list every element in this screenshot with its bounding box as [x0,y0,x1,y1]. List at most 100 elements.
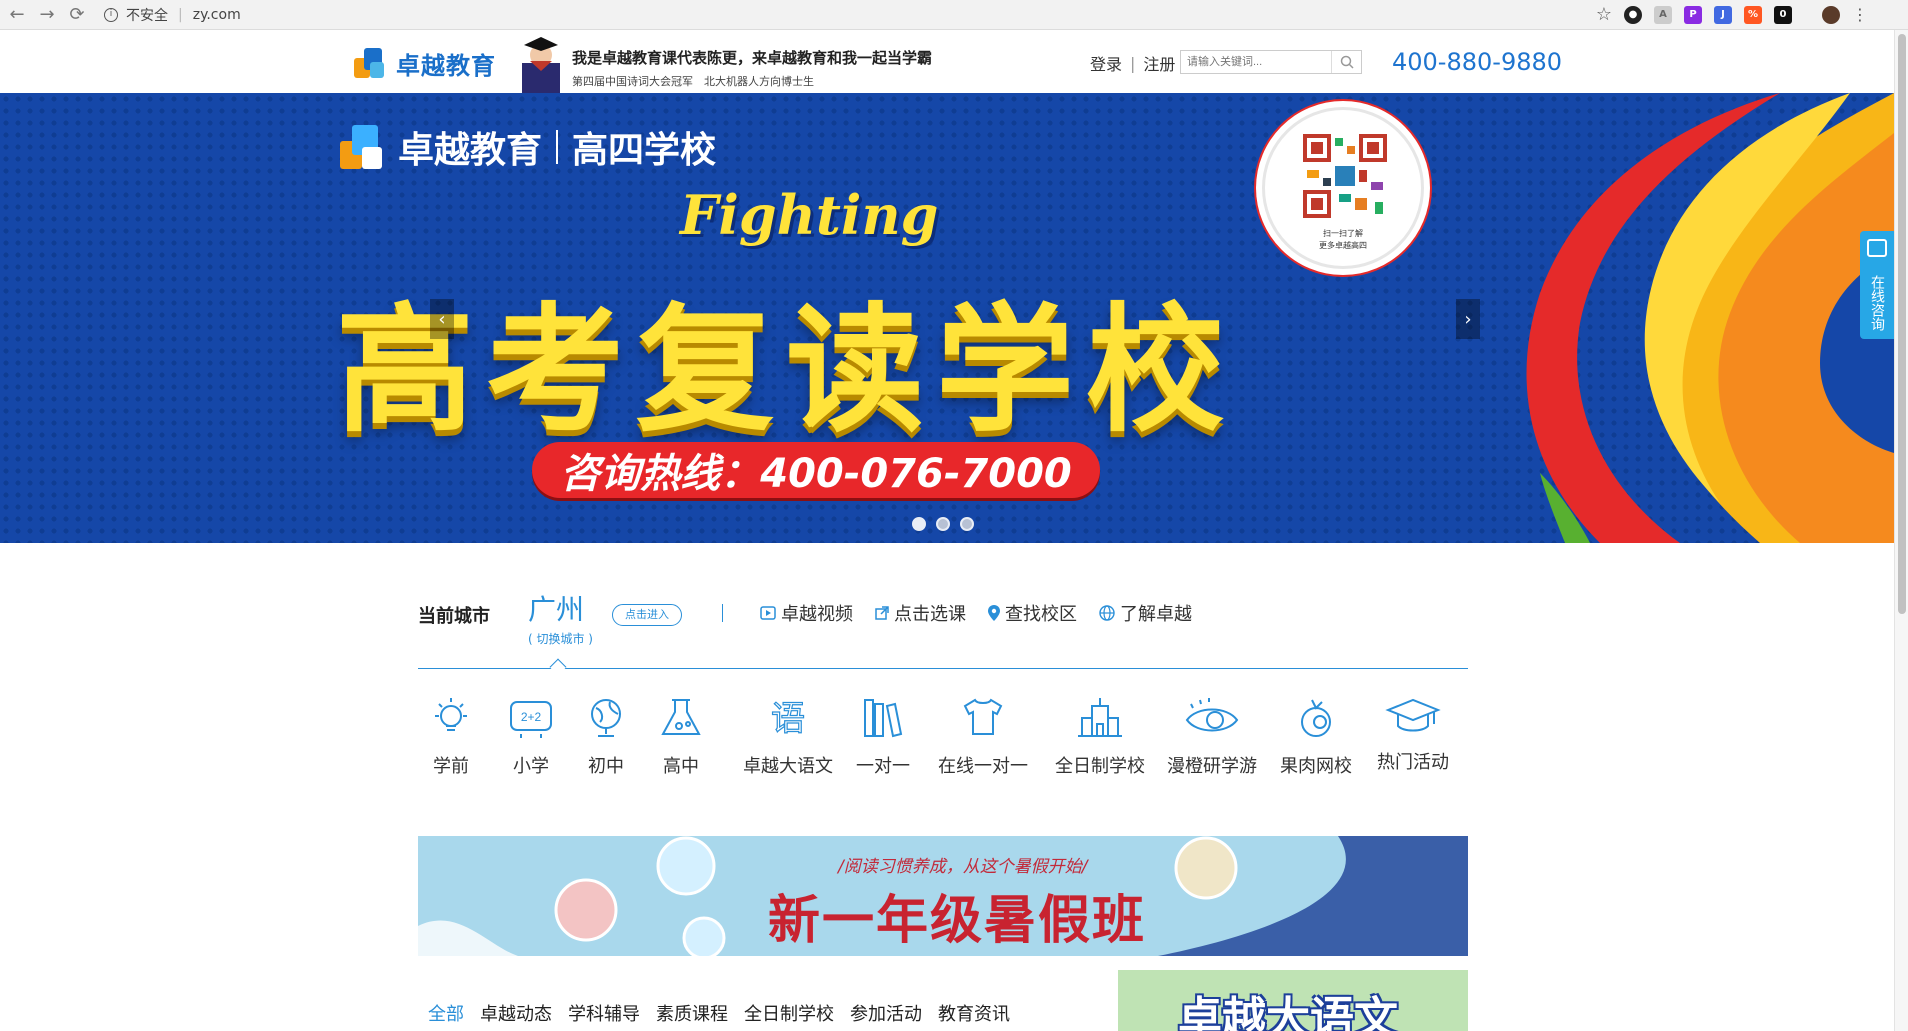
flask-icon [661,699,701,735]
video-play-icon [760,606,776,620]
category-chinese[interactable]: 语 卓越大语文 [738,694,838,778]
profile-avatar[interactable] [1822,5,1840,24]
carousel-dot[interactable] [912,517,926,531]
quick-link-about[interactable]: 了解卓越 [1099,600,1192,626]
news-tab-fulltime[interactable]: 全日制学校 [744,1000,834,1026]
location-pin-icon [988,605,1000,621]
chinese-course-promo[interactable]: 卓越大语文 [1118,970,1468,1031]
carousel-dot[interactable] [960,517,974,531]
category-label: 初中 [588,756,624,777]
ext-01-icon[interactable]: 0 [1774,5,1792,24]
reload-icon[interactable]: ⟳ [64,2,90,28]
shirt-icon [963,698,1003,735]
category-senior[interactable]: 高中 [656,694,706,778]
blackboard-icon: 2+2 [510,701,552,738]
scrollbar-thumb[interactable] [1898,34,1906,614]
svg-text:语: 语 [771,699,805,739]
external-link-icon [875,606,889,620]
city-caret-icon [549,658,567,676]
address-separator: | [178,6,183,23]
banner-logo: 卓越教育 高四学校 [340,121,716,173]
graduation-cap-icon [1385,698,1441,732]
search-button[interactable] [1331,51,1361,73]
carousel-prev-button[interactable]: ‹ [430,299,454,339]
news-tab-edu-news[interactable]: 教育资讯 [938,1000,1010,1026]
page-scrollbar[interactable] [1894,30,1908,1031]
city-selector-row: 当前城市 广州 ( 切换城市 ) 点击进入 卓越视频 点击选课 查找校区 了解卓… [418,584,1468,676]
city-underline [418,668,1468,669]
quick-link-video[interactable]: 卓越视频 [760,600,853,626]
forward-arrow-icon[interactable]: → [34,2,60,28]
search-input[interactable] [1181,51,1331,73]
hero-banner[interactable]: 卓越教育 高四学校 Fighting 高考复读学校 咨询热线：400-076-7… [0,93,1894,543]
quick-link-about-label: 了解卓越 [1120,604,1192,625]
banner-school: 高四学校 [572,130,717,171]
star-bookmark-icon[interactable]: ☆ [1596,4,1612,25]
qr-caption-2: 更多卓越高四 [1319,241,1367,250]
url-text[interactable]: zy.com [193,7,241,23]
menu-dots-icon[interactable]: ⋮ [1852,5,1868,24]
header-slogan: 我是卓越教育课代表陈更，来卓越教育和我一起当学霸 第四届中国诗词大会冠军 北大机… [572,47,932,89]
quick-link-course-label: 点击选课 [894,604,966,625]
category-online-school[interactable]: 果肉网校 [1266,694,1366,778]
news-tab-updates[interactable]: 卓越动态 [480,1000,552,1026]
qr-code-badge: 扫一扫了解 更多卓越高四 [1262,107,1424,269]
globe-link-icon [1099,605,1115,621]
github-extension-icon[interactable]: ● [1624,5,1642,24]
bulb-icon [435,698,467,731]
site-logo[interactable]: 卓越教育 [354,44,496,82]
category-primary[interactable]: 2+2 小学 [506,694,556,778]
carousel-next-button[interactable]: › [1456,299,1480,339]
eye-icon [1185,698,1239,732]
category-label: 高中 [663,756,699,777]
consult-label: 在线咨询 [1869,275,1885,331]
summer-class-promo[interactable]: /阅读习惯养成，从这个暑假开始/ 新一年级暑假班 [418,836,1468,956]
category-label: 一对一 [856,756,910,777]
fruit-icon [1301,699,1331,737]
news-tab-quality[interactable]: 素质课程 [656,1000,728,1026]
side-promo-title: 卓越大语文 [1178,993,1398,1031]
category-one-on-one[interactable]: 一对一 [848,694,918,778]
ext-purple-icon[interactable]: P [1684,5,1702,24]
info-icon[interactable]: i [104,7,118,22]
category-online-one-on-one[interactable]: 在线一对一 [928,694,1038,778]
banner-logo-mark-icon [340,121,386,173]
carousel-indicators [912,517,974,531]
city-name[interactable]: 广州 [528,588,584,628]
category-hot-events[interactable]: 热门活动 [1368,694,1458,774]
category-fulltime-school[interactable]: 全日制学校 [1040,694,1160,778]
news-tab-tutoring[interactable]: 学科辅导 [568,1000,640,1026]
register-link[interactable]: 注册 [1143,51,1175,75]
search-icon [1340,55,1354,69]
current-city-label: 当前城市 [418,606,490,627]
news-tab-all[interactable]: 全部 [428,1000,464,1026]
category-preschool[interactable]: 学前 [426,694,476,778]
banner-title: 高考复读学校 [336,290,1237,451]
chinese-char-icon: 语 [770,698,805,739]
address-bar[interactable]: i 不安全 | zy.com [104,5,241,25]
switch-city-link[interactable]: ( 切换城市 ) [528,630,593,647]
category-nav: 学前 2+2 小学 初中 高中 语 卓越大语文 一对一 在线一对一 全日制学校 … [418,694,1468,794]
category-label: 小学 [513,756,549,777]
chat-bubble-icon [1867,239,1887,257]
carousel-dot[interactable] [936,517,950,531]
enter-city-button[interactable]: 点击进入 [612,604,682,626]
logo-text: 卓越教育 [396,51,496,80]
city-divider [722,604,723,622]
ext-jh-icon[interactable]: J [1714,5,1732,24]
category-junior[interactable]: 初中 [581,694,631,778]
banner-hotline: 咨询热线：400-076-7000 [560,451,1072,497]
news-tab-events[interactable]: 参加活动 [850,1000,922,1026]
category-label: 在线一对一 [938,756,1028,777]
online-consult-button[interactable]: 在线咨询 [1860,231,1894,339]
banner-fighting: Fighting [680,183,939,247]
ext-grey-icon[interactable]: A [1654,5,1672,24]
category-study-tour[interactable]: 漫橙研学游 [1152,694,1272,778]
login-link[interactable]: 登录 [1090,51,1122,75]
back-arrow-icon[interactable]: ← [4,2,30,28]
logo-mark-icon [354,44,388,82]
ext-orange-icon[interactable]: % [1744,5,1762,24]
quick-link-course[interactable]: 点击选课 [875,600,966,626]
category-label: 漫橙研学游 [1167,756,1257,777]
quick-link-campus[interactable]: 查找校区 [988,600,1077,626]
